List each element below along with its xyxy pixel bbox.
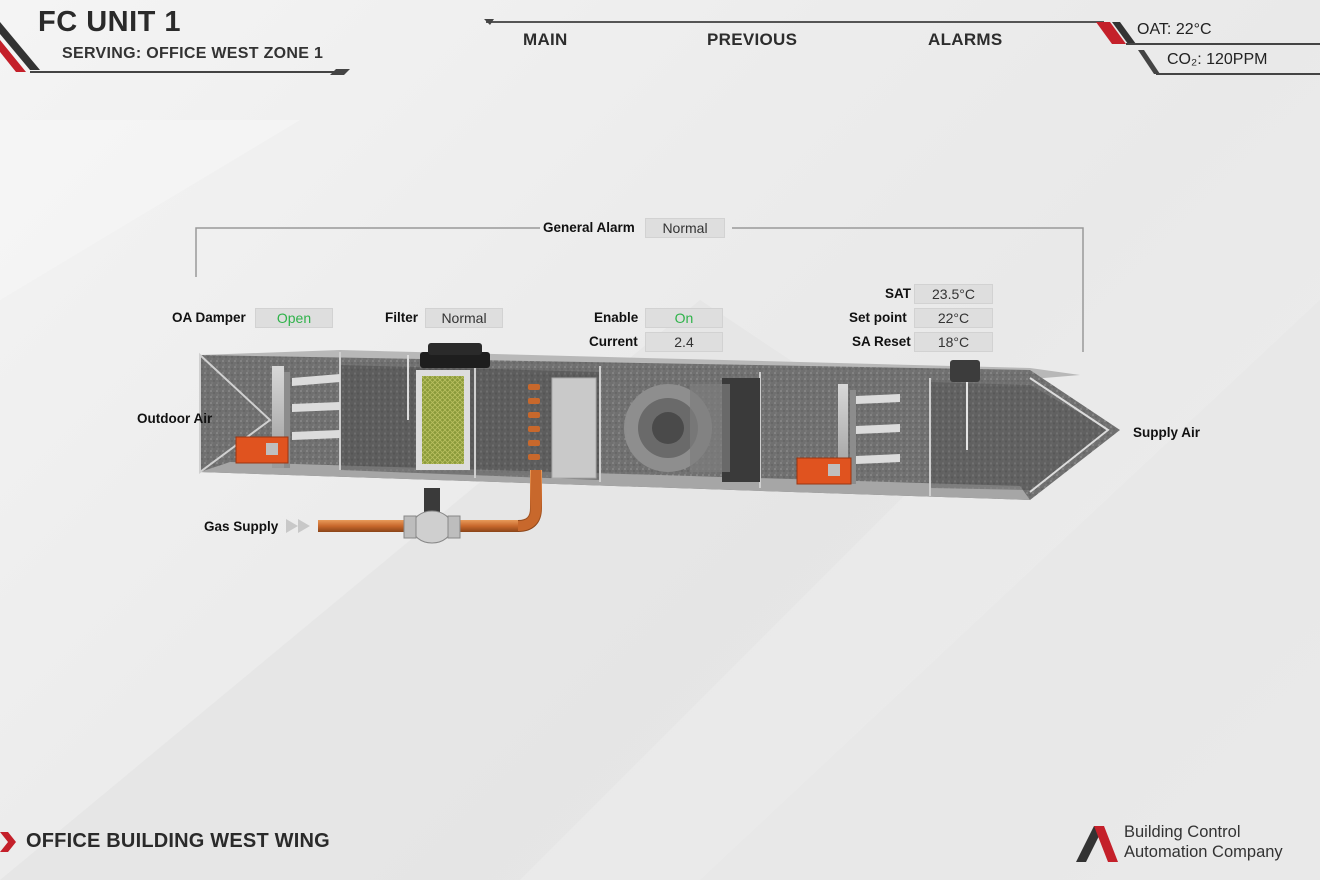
filter-label: Filter	[385, 310, 419, 325]
company-logo-icon	[1076, 826, 1118, 862]
outdoor-air-label: Outdoor Air	[137, 411, 213, 426]
current-value: 2.4	[645, 332, 723, 352]
general-alarm-value: Normal	[645, 218, 725, 238]
company-name-line2: Automation Company	[1124, 843, 1283, 861]
company-name-line1: Building Control	[1124, 823, 1241, 841]
header-frame	[0, 19, 1320, 75]
air-handling-unit-diagram	[195, 227, 1120, 544]
gas-supply-label: Gas Supply	[204, 519, 279, 534]
footer-decoration	[0, 826, 1118, 862]
sat-label: SAT	[885, 286, 911, 301]
general-alarm-label: General Alarm	[543, 220, 635, 235]
enable-label: Enable	[594, 310, 639, 325]
gas-flow-arrow-icon	[286, 519, 310, 533]
co2-level: CO₂: 120PPM	[1167, 51, 1268, 68]
enable-value: On	[645, 308, 723, 328]
set-point-value: 22°C	[914, 308, 993, 328]
sat-value: 23.5°C	[914, 284, 993, 304]
building-name: OFFICE BUILDING WEST WING	[26, 830, 330, 852]
page-subtitle: SERVING: OFFICE WEST ZONE 1	[62, 45, 324, 62]
nav-alarms[interactable]: ALARMS	[928, 30, 1003, 50]
background-decoration	[0, 120, 1320, 880]
filter-value: Normal	[425, 308, 503, 328]
oa-damper-value: Open	[255, 308, 333, 328]
page-title: FC UNIT 1	[38, 6, 182, 38]
nav-main[interactable]: MAIN	[523, 30, 568, 50]
sa-reset-value: 18°C	[914, 332, 993, 352]
nav-arrow-icon	[0, 832, 16, 852]
outdoor-air-temp: OAT: 22°C	[1137, 21, 1212, 38]
supply-air-label: Supply Air	[1133, 425, 1201, 440]
company-name: Building Control Automation Company	[1124, 822, 1283, 862]
oa-damper-label: OA Damper	[172, 310, 246, 325]
set-point-label: Set point	[849, 310, 907, 325]
nav-previous[interactable]: PREVIOUS	[707, 30, 797, 50]
sa-reset-label: SA Reset	[852, 334, 911, 349]
current-label: Current	[589, 334, 638, 349]
